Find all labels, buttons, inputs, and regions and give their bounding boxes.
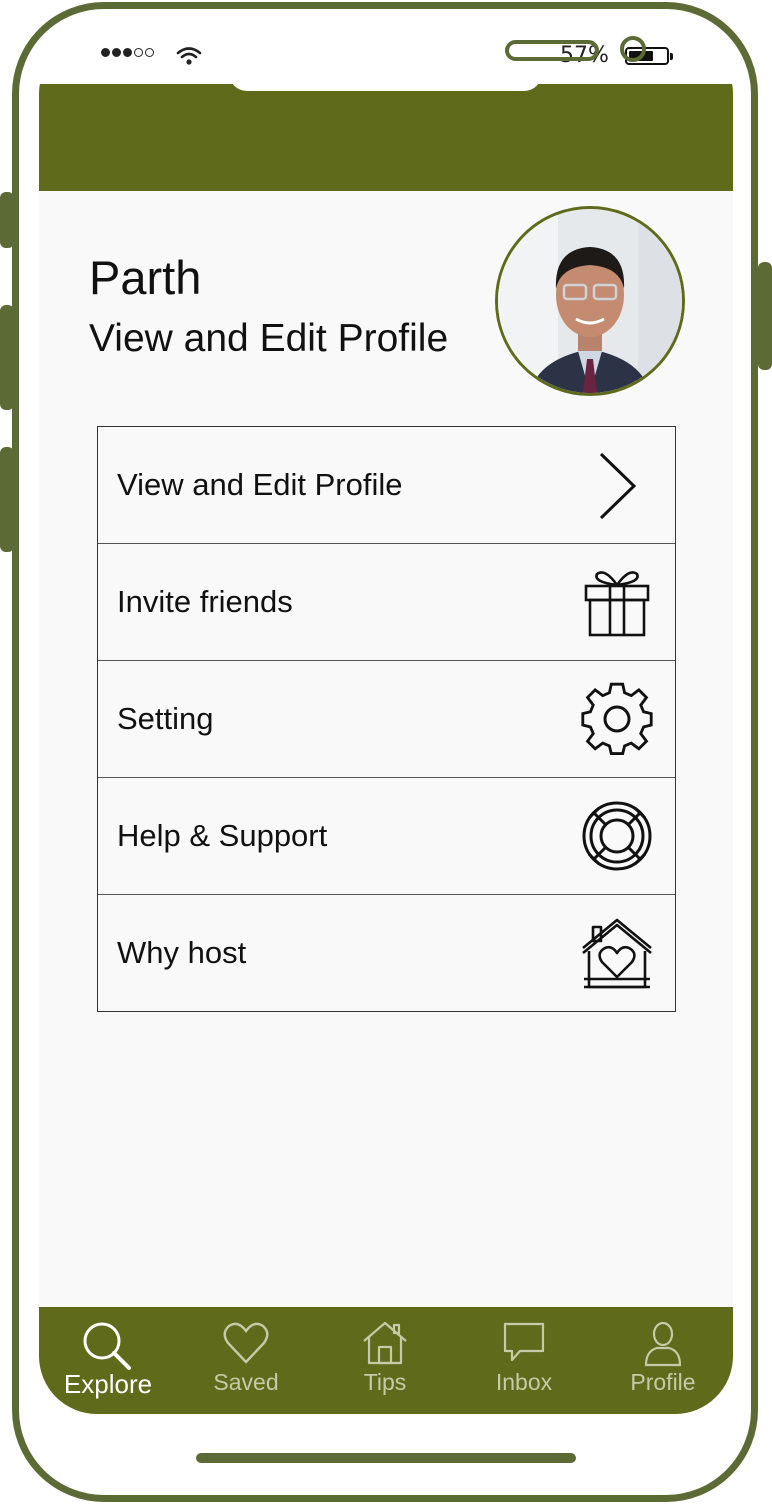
front-camera: [620, 36, 646, 62]
menu-item-setting[interactable]: Setting: [98, 661, 675, 778]
avatar-photo: [498, 209, 682, 393]
tab-label: Explore: [63, 1369, 153, 1399]
speaker-grille: [505, 40, 599, 61]
tab-label: Saved: [213, 1369, 279, 1395]
bottom-tab-bar: Explore Saved Tips Inbox Profile: [39, 1307, 733, 1414]
search-icon: [83, 1322, 131, 1370]
tab-explore[interactable]: Explore: [39, 1307, 177, 1414]
tab-profile[interactable]: Profile: [594, 1307, 732, 1414]
side-button: [758, 262, 772, 370]
menu-item-view-edit-profile[interactable]: View and Edit Profile: [98, 427, 675, 544]
screen: 57% Parth View and Edit Profile View and…: [39, 36, 733, 1414]
side-button: [0, 192, 14, 248]
gear-icon: [581, 682, 653, 755]
signal-strength-icon: [101, 48, 154, 57]
header-band: [39, 84, 733, 191]
user-icon: [644, 1321, 682, 1367]
tab-saved[interactable]: Saved: [177, 1307, 315, 1414]
tab-tips[interactable]: Tips: [316, 1307, 454, 1414]
wifi-icon: [176, 47, 202, 65]
chevron-right-icon: [599, 452, 637, 520]
lifebuoy-icon: [582, 801, 652, 871]
home-icon: [363, 1321, 407, 1365]
tab-label: Tips: [363, 1369, 407, 1395]
chat-icon: [503, 1322, 545, 1362]
menu-item-label: Invite friends: [117, 584, 293, 619]
home-indicator[interactable]: [196, 1453, 576, 1463]
tab-label: Inbox: [495, 1369, 553, 1395]
notch: [229, 36, 646, 91]
gift-icon: [584, 571, 650, 637]
side-button: [0, 305, 14, 410]
menu-item-why-host[interactable]: Why host: [98, 895, 675, 1011]
menu-item-label: Help & Support: [117, 818, 328, 853]
tab-inbox[interactable]: Inbox: [455, 1307, 593, 1414]
avatar[interactable]: [495, 206, 685, 396]
menu-item-invite-friends[interactable]: Invite friends: [98, 544, 675, 661]
side-button: [0, 447, 14, 552]
menu-item-label: Why host: [117, 935, 247, 970]
tab-label: Profile: [630, 1369, 696, 1395]
heart-icon: [223, 1322, 269, 1364]
menu-item-label: Setting: [117, 701, 214, 736]
menu-item-help-support[interactable]: Help & Support: [98, 778, 675, 895]
menu-item-label: View and Edit Profile: [117, 467, 403, 502]
profile-name: Parth: [89, 251, 202, 304]
profile-subtitle[interactable]: View and Edit Profile: [89, 317, 448, 361]
profile-menu: View and Edit Profile Invite friends Set…: [97, 426, 676, 1012]
house-heart-icon: [582, 918, 652, 989]
